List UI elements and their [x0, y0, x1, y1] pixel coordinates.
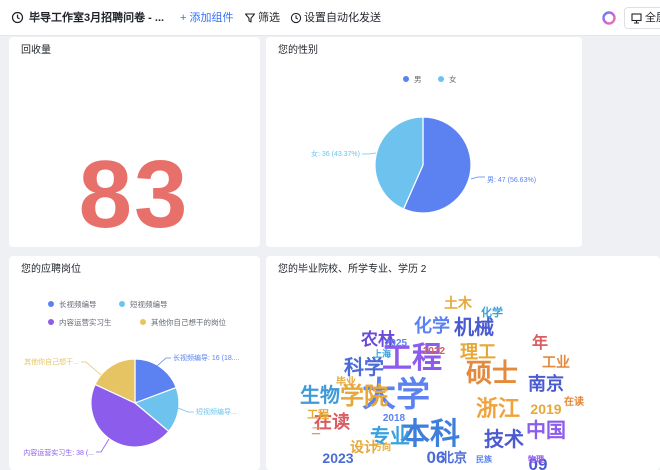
legend-label: 男 — [414, 75, 422, 84]
word-cloud-term: 在读 — [564, 395, 584, 408]
word-cloud-term: 二 — [311, 426, 320, 436]
automation-icon[interactable] — [290, 12, 302, 24]
word-cloud-term: 化学 — [481, 305, 503, 319]
data-label: 男: 47 (56.63%) — [487, 176, 536, 184]
word-cloud-term: 中国 — [526, 418, 566, 442]
word-cloud-term: 工业 — [542, 354, 570, 370]
legend-marker — [48, 301, 54, 307]
label-leader — [81, 361, 102, 376]
data-label: 短视频编导... — [196, 407, 237, 416]
dashboard-title[interactable]: 毕导工作室3月招聘问卷 - ... — [29, 11, 164, 25]
label-leader — [96, 438, 110, 453]
word-cloud-term: 土木 — [444, 295, 473, 311]
word-cloud-term: 物理 — [528, 454, 544, 464]
word-cloud-term: 2019 — [530, 401, 561, 417]
top-toolbar: 毕导工作室3月招聘问卷 - ... + 添加组件 筛选 设置自动化发送 全屏 — [0, 0, 660, 36]
word-cloud-term: 年 — [532, 333, 548, 352]
ai-assistant-icon[interactable] — [602, 11, 616, 25]
position-pie-chart: 长视频编导 短视频编导内容运营实习生 其他你自己想干的岗位长视频编导: 16 (18… — [23, 299, 240, 457]
responses-card[interactable]: 回收量 83 — [9, 37, 260, 247]
word-cloud-term: 工程 — [307, 407, 329, 421]
legend-label: 内容运营实习生 — [59, 317, 112, 327]
add-component-button[interactable]: + 添加组件 — [180, 11, 233, 25]
fullscreen-button[interactable]: 全屏 — [624, 7, 660, 29]
legend-marker — [438, 76, 444, 82]
legend-marker — [48, 319, 54, 325]
wordcloud-card[interactable]: 您的毕业院校、所学专业、学历 2 大学 工程 本科 硕士 学院 科学 浙江 技术 专业 生物 中国南… — [266, 256, 660, 470]
legend-label: 长视频编导 — [59, 299, 97, 309]
word-cloud-term: 化学 — [414, 315, 450, 336]
label-leader — [470, 176, 485, 180]
word-cloud: 大学工程本科硕士学院科学浙江技术专业生物中国南京机械化学理工农林在读土木设计北京… — [300, 295, 584, 470]
legend-marker — [140, 319, 146, 325]
legend-label: 其他你自己想干的岗位 — [151, 317, 226, 327]
word-cloud-term: 2025 — [385, 338, 408, 349]
word-cloud-term: 民族 — [476, 454, 493, 464]
filter-icon[interactable] — [244, 12, 256, 24]
word-cloud-term: 技术 — [484, 427, 524, 451]
data-label: 长视频编导: 16 (18.... — [173, 353, 240, 362]
word-cloud-term: 生物 — [300, 383, 340, 407]
fullscreen-icon — [631, 13, 642, 24]
gender-card[interactable]: 您的性别 男女男: 47 (56.63%) 女: 36 (43.37%) — [266, 37, 582, 247]
word-cloud-term: 毕业 — [336, 375, 356, 388]
word-cloud-term: 2018 — [383, 413, 406, 424]
position-card[interactable]: 您的应聘岗位 长视频编导 短视频编导 内容运营实习生 其他你自己想干的岗位 长视频编导:… — [9, 256, 260, 470]
word-cloud-term: 硕士 — [466, 358, 518, 388]
card-title: 回收量 — [21, 45, 51, 56]
automation-button[interactable]: 设置自动化发送 — [304, 11, 381, 25]
history-icon[interactable] — [11, 11, 24, 24]
response-count: 83 — [78, 141, 190, 247]
label-leader — [156, 357, 171, 367]
word-cloud-term: 上海 — [373, 348, 391, 359]
legend-label: 短视频编导 — [130, 299, 168, 309]
word-cloud-term: 2022 — [423, 346, 446, 357]
word-cloud-term: 南京 — [528, 373, 564, 394]
legend-marker — [119, 301, 125, 307]
word-cloud-term: 2023 — [322, 450, 353, 466]
word-cloud-term: 方向 — [373, 441, 391, 452]
fullscreen-label: 全屏 — [645, 12, 660, 24]
word-cloud-term: 浙江 — [476, 396, 520, 421]
legend-label: 女 — [449, 74, 457, 84]
data-label: 女: 36 (43.37%) — [311, 149, 360, 158]
data-label: 内容运营实习生: 38 (... — [23, 448, 94, 457]
legend-marker — [403, 76, 409, 82]
data-label: 其他你自己想干... — [24, 357, 79, 366]
label-leader — [177, 407, 194, 413]
word-cloud-term: 理工 — [460, 342, 496, 362]
gender-pie-chart: 男 女男: 47 (56.63%) 女: 36 (43.37%) — [311, 74, 536, 214]
word-cloud-term: 06 — [427, 448, 446, 467]
filter-button[interactable]: 筛选 — [258, 11, 280, 25]
label-leader — [362, 152, 377, 155]
